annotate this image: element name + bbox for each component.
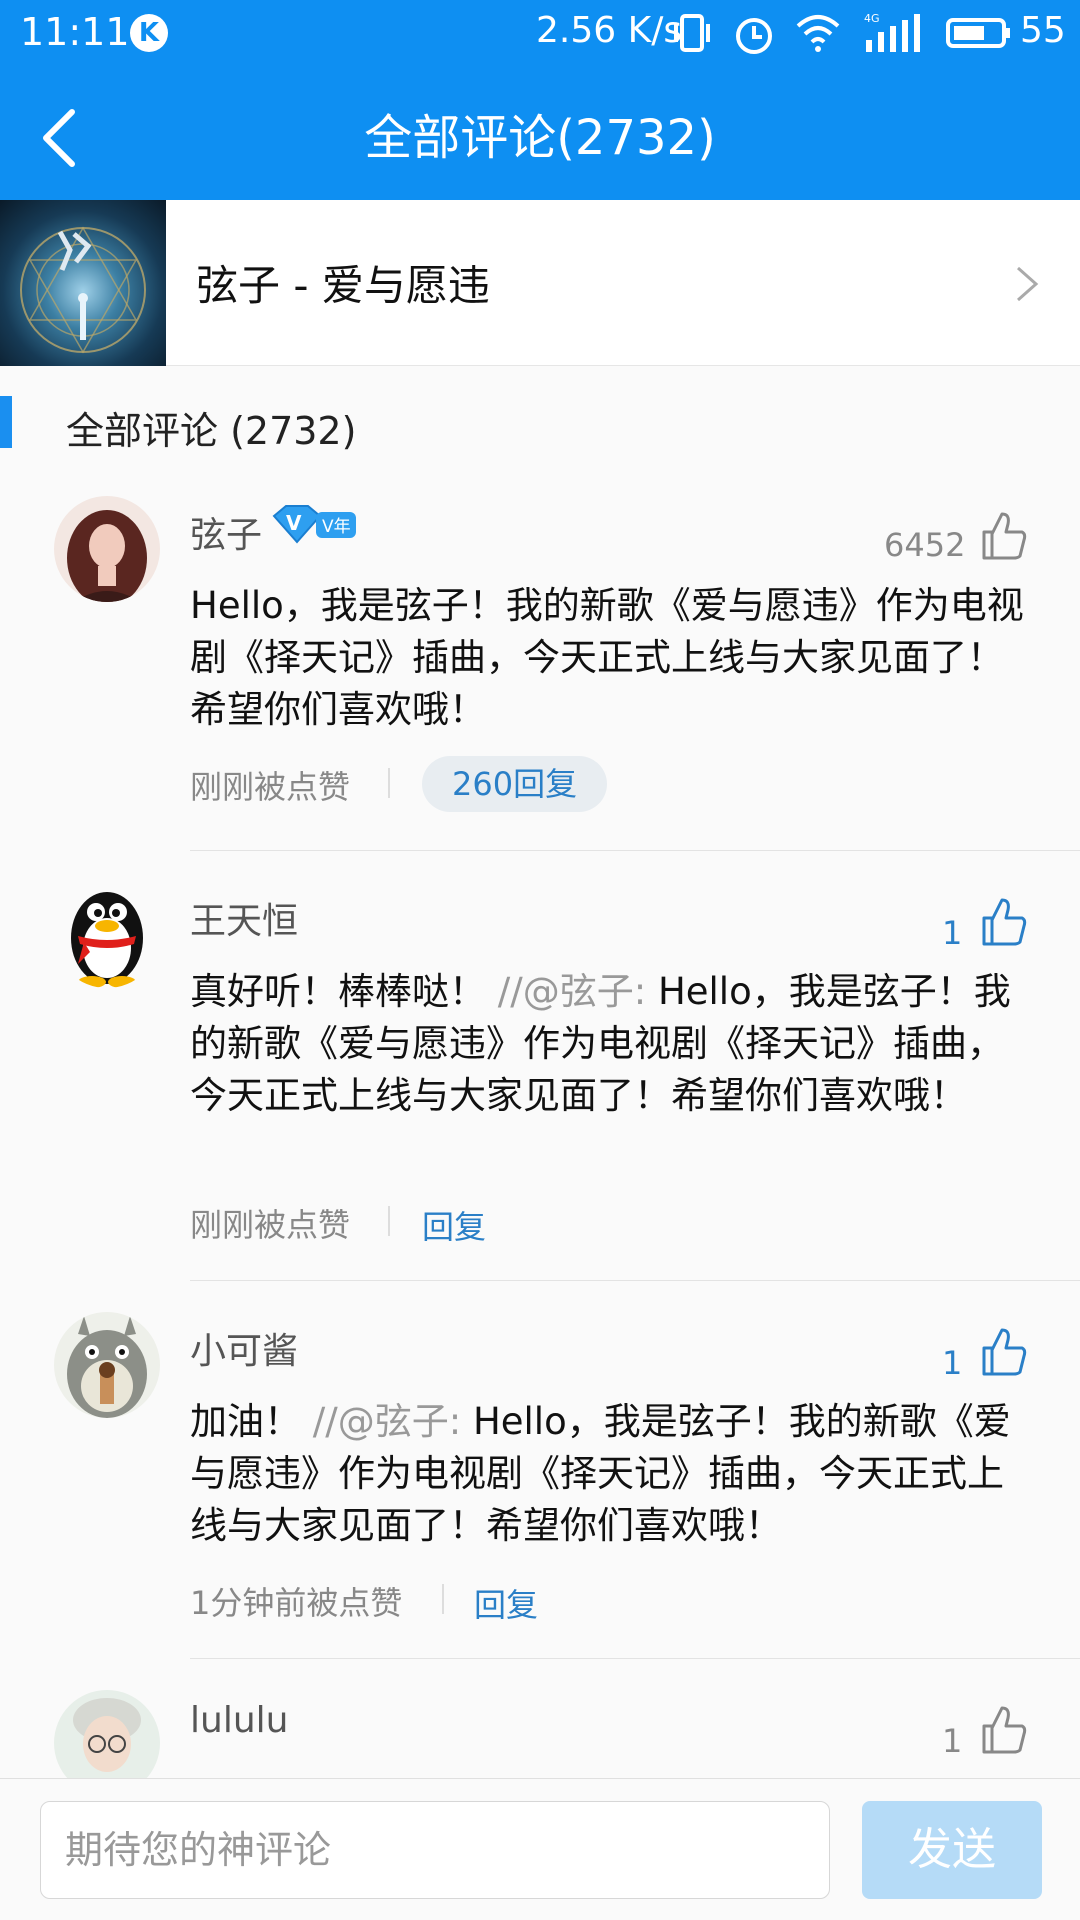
comment-divider	[190, 1658, 1080, 1659]
like-button[interactable]	[980, 510, 1028, 562]
comment-item: 王天恒 1 真好听！棒棒哒！ //@弦子: Hello，我是弦子！我的新歌《爱与…	[0, 882, 1080, 1280]
status-time: 11:11	[20, 10, 130, 54]
vip-badge-text: V年	[322, 517, 351, 537]
section-title: 全部评论 (2732)	[66, 409, 357, 453]
meta-divider	[388, 768, 390, 798]
vibrate-icon	[674, 14, 710, 52]
nav-bar: 全部评论(2732)	[0, 66, 1080, 200]
comment-item: lululu 1	[0, 1690, 1080, 1778]
like-time-status: 1分钟前被点赞	[190, 1584, 403, 1622]
vip-badge-icon: V V年	[272, 505, 356, 544]
song-row[interactable]: 弦子 - 爱与愿违	[0, 200, 1080, 366]
wifi-icon	[796, 15, 840, 52]
like-button[interactable]	[980, 1326, 1028, 1378]
song-cover-image	[0, 200, 166, 366]
thumbs-up-icon	[982, 512, 1027, 560]
username: lululu	[190, 1700, 289, 1741]
app-notification-icon: K	[130, 14, 168, 52]
avatar[interactable]	[54, 882, 160, 988]
battery-icon	[946, 18, 1010, 48]
page-title: 全部评论(2732)	[364, 110, 716, 166]
reply-button[interactable]: 回复	[474, 1580, 538, 1626]
comment-text: 加油！ //@弦子: Hello，我是弦子！我的新歌《爱与愿违》作为电视剧《择天…	[190, 1396, 1030, 1552]
reply-button[interactable]: 回复	[422, 1202, 486, 1248]
avatar[interactable]	[54, 496, 160, 602]
section-header: 全部评论 (2732)	[0, 390, 1080, 453]
meta-divider	[442, 1584, 444, 1614]
signal-4g-icon: 4G	[864, 12, 920, 52]
avatar[interactable]	[54, 1312, 160, 1418]
quote-prefix: //@弦子:	[312, 1400, 462, 1443]
comment-divider	[190, 850, 1080, 851]
song-title: 弦子 - 爱与愿违	[196, 261, 490, 310]
cover-art-graphic	[20, 226, 146, 354]
svg-text:V: V	[286, 511, 302, 535]
like-time-status: 刚刚被点赞	[190, 768, 351, 806]
comment-text: Hello，我是弦子！我的新歌《爱与愿违》作为电视剧《择天记》插曲，今天正式上线…	[190, 584, 1024, 731]
vip-year-badge: V V年	[272, 504, 358, 548]
send-button[interactable]: 发送	[862, 1801, 1042, 1899]
comment-input[interactable]	[40, 1801, 830, 1899]
comment-body: 加油！	[190, 1400, 301, 1443]
comment-composer: 发送	[0, 1778, 1080, 1920]
comment-text: 真好听！棒棒哒！ //@弦子: Hello，我是弦子！我的新歌《爱与愿违》作为电…	[190, 966, 1030, 1122]
username: 王天恒	[190, 901, 299, 942]
status-bar: 11:11 K 2.56 K/s 4G 55	[0, 0, 1080, 66]
thumbs-up-icon	[982, 898, 1027, 946]
like-count: 1	[942, 1344, 963, 1382]
totoro-avatar-image	[54, 1312, 160, 1418]
like-count: 1	[942, 914, 963, 952]
replies-button[interactable]: 260回复	[422, 756, 608, 812]
username: 弦子	[190, 515, 263, 556]
like-count: 6452	[884, 526, 966, 564]
thumbs-up-icon	[982, 1706, 1027, 1754]
like-button[interactable]	[980, 1704, 1028, 1756]
comment-divider	[190, 1280, 1080, 1281]
user-avatar-image	[54, 1690, 160, 1778]
user-avatar-image	[54, 496, 160, 602]
like-count: 1	[942, 1722, 963, 1760]
network-speed: 2.56 K/s	[536, 10, 683, 51]
comment-item: 小可酱 1 加油！ //@弦子: Hello，我是弦子！我的新歌《爱与愿违》作为…	[0, 1312, 1080, 1658]
svg-text:4G: 4G	[864, 12, 880, 25]
battery-level: 55	[1020, 10, 1066, 51]
comment-item: 弦子 V V年 6452 Hello，我是弦子！我的新歌《爱与愿违》作为电视剧《…	[0, 496, 1080, 850]
top-bar: 11:11 K 2.56 K/s 4G 55 全部评论(2732)	[0, 0, 1080, 200]
like-time-status: 刚刚被点赞	[190, 1206, 351, 1244]
penguin-avatar-image	[54, 882, 160, 988]
avatar[interactable]	[54, 1690, 160, 1778]
like-button[interactable]	[980, 896, 1028, 948]
chevron-right-icon	[1017, 266, 1039, 302]
section-accent-bar	[0, 396, 12, 448]
meta-divider	[388, 1206, 390, 1236]
comment-body: 真好听！棒棒哒！	[190, 970, 486, 1013]
alarm-icon	[736, 18, 772, 54]
username: 小可酱	[190, 1331, 299, 1372]
quote-prefix: //@弦子:	[497, 970, 647, 1013]
thumbs-up-icon	[982, 1328, 1027, 1376]
